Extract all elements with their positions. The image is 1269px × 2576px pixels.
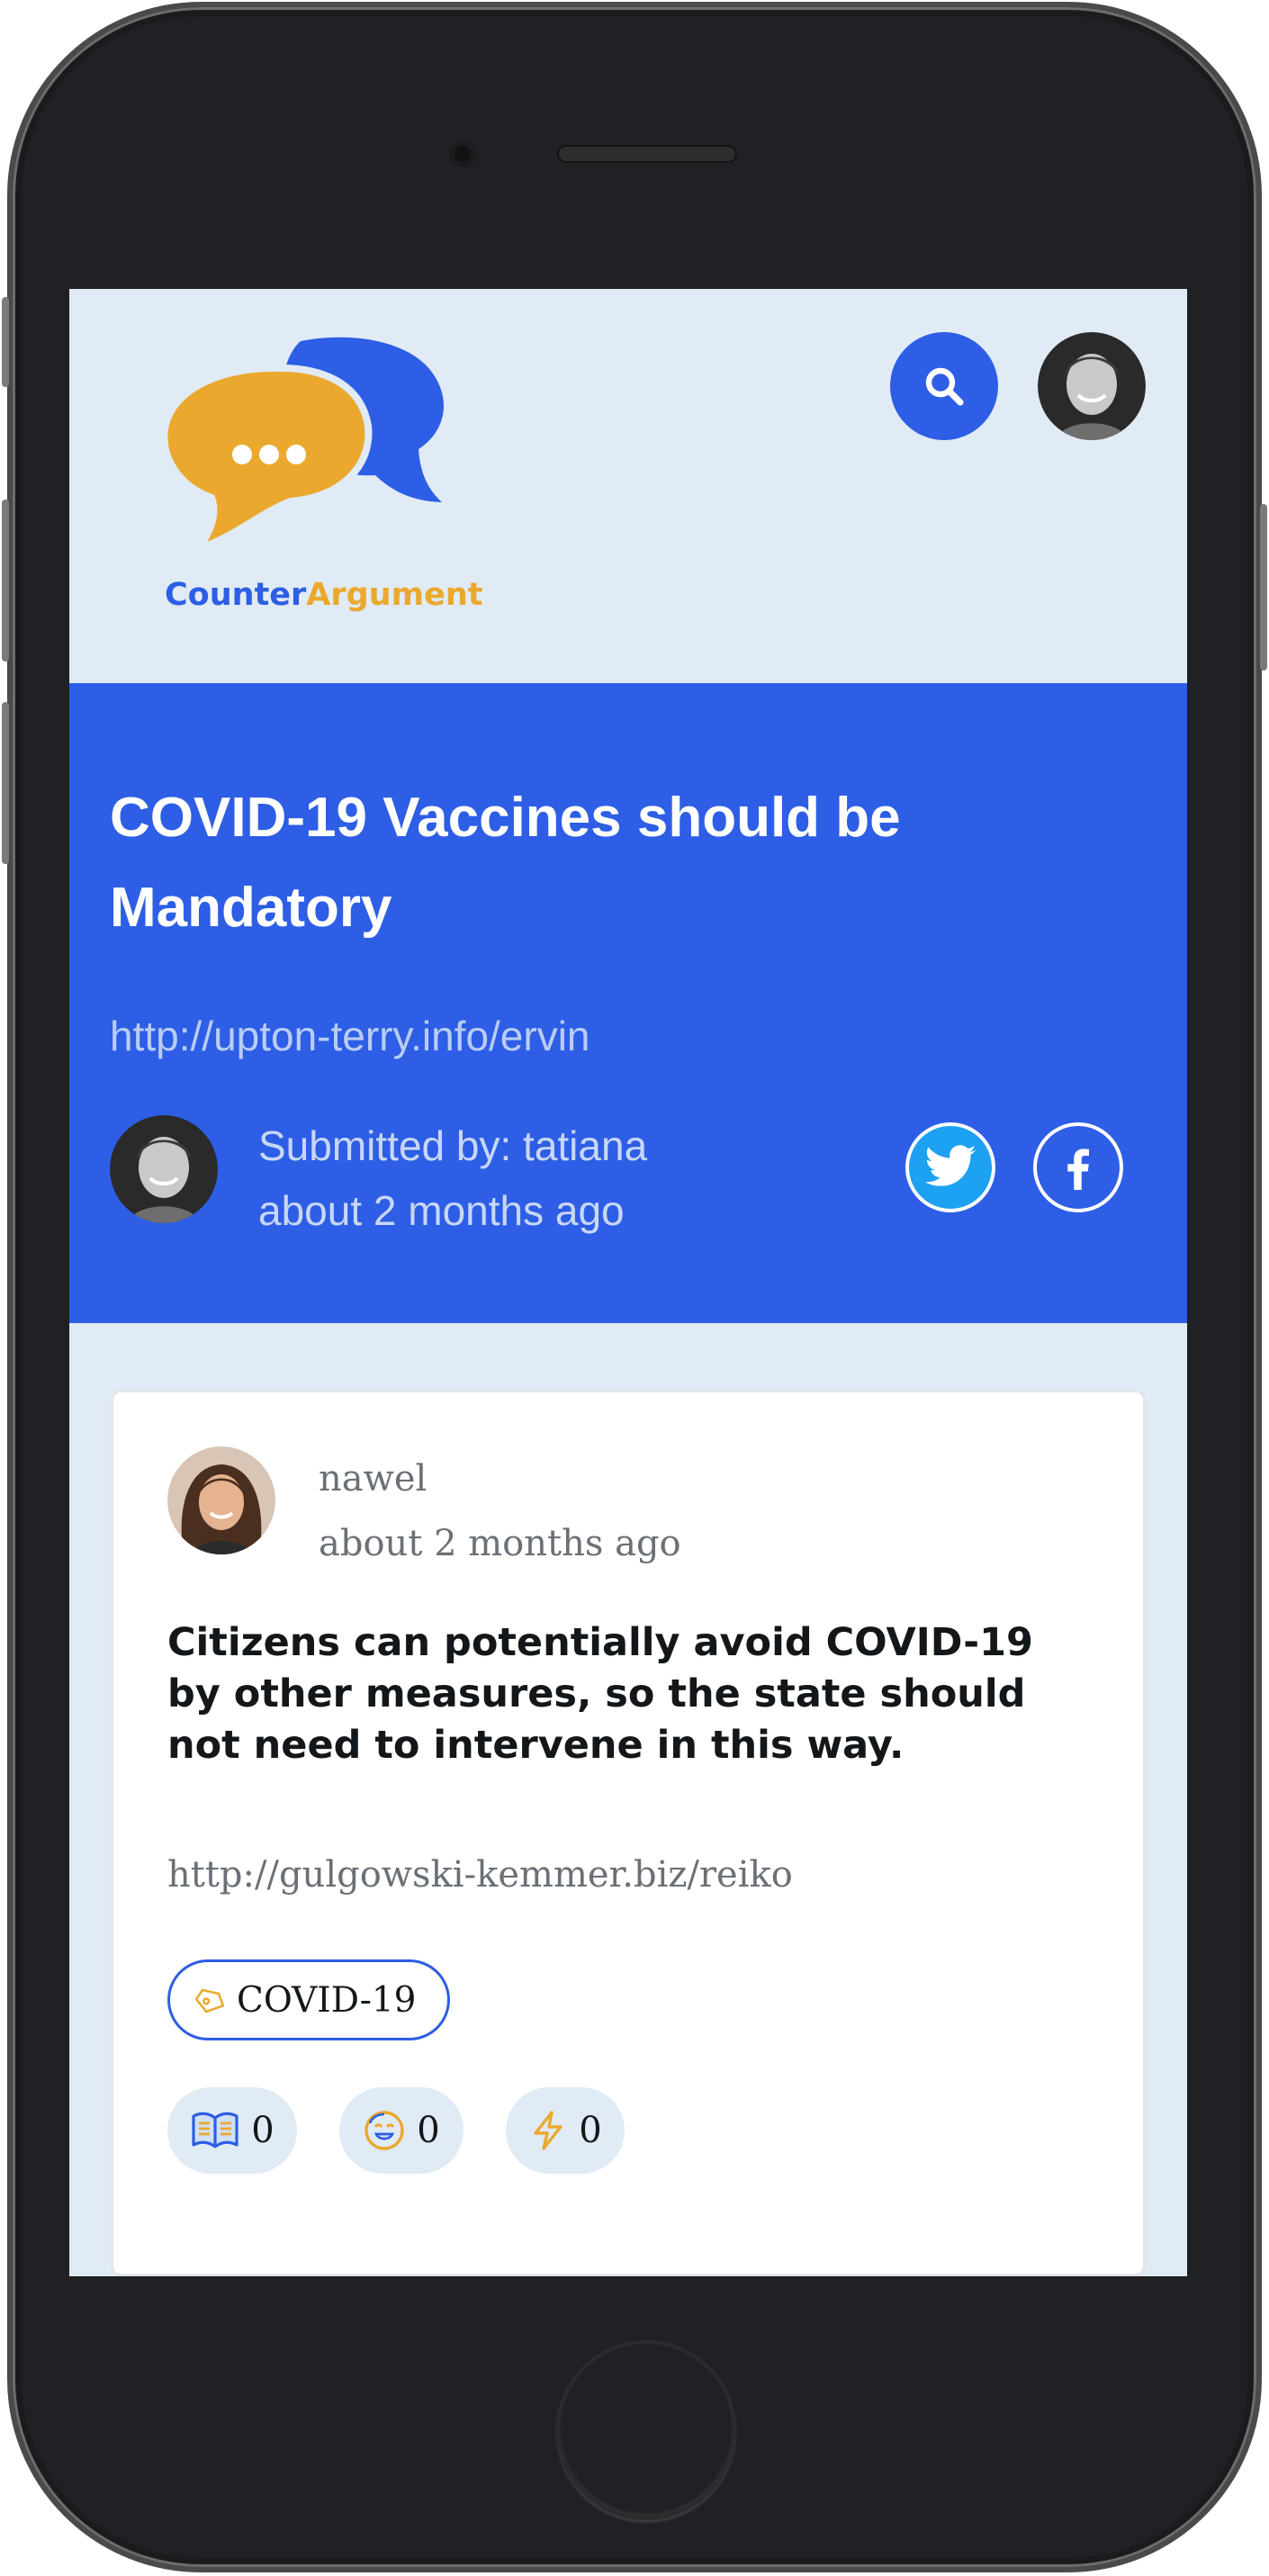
logo-counter-text: Counter <box>165 577 307 613</box>
user-avatar[interactable] <box>1038 332 1146 440</box>
argument-claim[interactable]: Citizens can potentially avoid COVID-19 … <box>167 1617 1094 1771</box>
tag-icon <box>194 1988 224 2013</box>
logo-wordmark: CounterArgument <box>165 577 482 613</box>
reaction-count-book: 0 <box>251 2110 274 2151</box>
argument-time: about 2 months ago <box>319 1523 681 1564</box>
author-info: nawel about 2 months ago <box>319 1446 681 1576</box>
tag-label: COVID-19 <box>237 1979 417 2021</box>
topic-hero: COVID-19 Vaccines should be Mandatory ht… <box>69 683 1187 1323</box>
smile-icon <box>364 2111 404 2150</box>
mute-switch <box>2 297 9 387</box>
submitted-time: about 2 months ago <box>258 1187 625 1234</box>
tag-chip[interactable]: COVID-19 <box>167 1959 450 2040</box>
logo-argument-text: Argument <box>306 577 483 613</box>
reaction-button-book[interactable]: 0 <box>167 2087 297 2174</box>
topic-title: COVID-19 Vaccines should be Mandatory <box>110 787 901 939</box>
earpiece-speaker <box>557 145 737 163</box>
argument-source-link[interactable]: http://gulgowski-kemmer.biz/reiko <box>167 1854 793 1896</box>
search-icon <box>925 367 964 406</box>
facebook-icon <box>1067 1148 1089 1190</box>
app-screen: CounterArgument COVID-19 Vaccines should… <box>69 289 1187 2276</box>
lightning-icon <box>534 2111 562 2150</box>
site-header: CounterArgument <box>69 289 1187 683</box>
search-button[interactable] <box>890 332 998 440</box>
author-name[interactable]: nawel <box>319 1446 681 1511</box>
reaction-count-smile: 0 <box>417 2110 440 2151</box>
argument-card[interactable]: nawel about 2 months ago Citizens can po… <box>111 1390 1146 2276</box>
volume-down-button <box>2 702 9 864</box>
share-twitter-button[interactable] <box>905 1122 995 1212</box>
front-camera <box>449 140 476 167</box>
power-button <box>1260 504 1267 671</box>
reaction-button-lightning[interactable]: 0 <box>506 2087 625 2174</box>
home-button[interactable] <box>556 2340 736 2520</box>
twitter-icon <box>924 1145 976 1186</box>
book-icon <box>192 2112 238 2148</box>
topic-source-link[interactable]: http://upton-terry.info/ervin <box>110 1012 590 1060</box>
author-avatar[interactable] <box>167 1446 275 1554</box>
submission-info: Submitted by: tatiana about 2 months ago <box>258 1113 647 1243</box>
volume-up-button <box>2 500 9 662</box>
share-facebook-button[interactable] <box>1033 1122 1123 1212</box>
reaction-count-lightning: 0 <box>579 2110 602 2151</box>
submitter-avatar[interactable] <box>110 1115 218 1223</box>
arguments-section: nawel about 2 months ago Citizens can po… <box>69 1323 1187 2276</box>
reaction-button-smile[interactable]: 0 <box>339 2087 464 2174</box>
submitted-by: Submitted by: tatiana <box>258 1122 648 1169</box>
